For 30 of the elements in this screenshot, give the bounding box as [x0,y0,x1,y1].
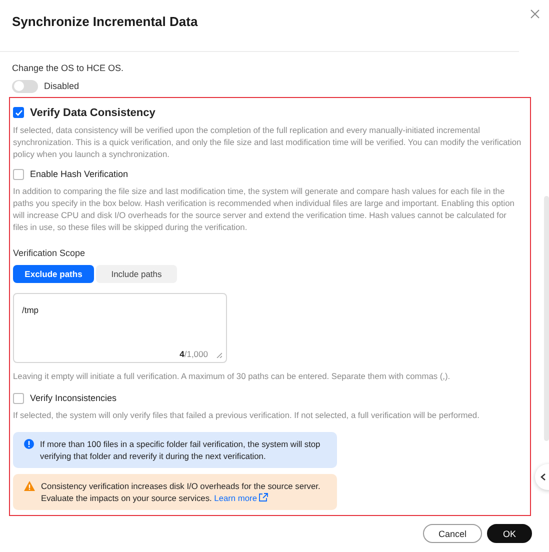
external-link-icon[interactable] [259,492,268,502]
character-counter: 4/1,000 [180,348,208,359]
paths-textarea[interactable]: /tmp 4/1,000 [13,292,227,363]
alert-text: Consistency verification increases disk I/O overheads for the source server. Evaluate the impacts on your source services. Learn more [41,480,322,504]
description: If selected, data consistency will be verified upon the completion of the full replication and every manually-initiated incremental synchronization. This is a quick verification, and only the file size and last modification time will be verified. You can modify the verification policy when you launch a synchronization. [13,124,522,160]
resize-handle-icon[interactable] [216,352,222,358]
description: In addition to comparing the file size and last modification time, the system will generate and compare hash values for each file in the paths you specify in the box below. Hash verification is recommended when individual files are large and important. Enabling this option will increase CPU and disk I/O overheads for the source server and extend the verification time. Hash values cannot be calculated for files in use, so these files will be skipped during the verification. [13,184,516,233]
cancel-button[interactable]: Cancel [423,524,482,544]
info-icon [24,438,34,449]
checkbox[interactable] [13,392,24,404]
checkbox-label: Enable Hash Verification [30,169,128,180]
alert-text: If more than 100 files in a specific folder fail verification, the system will stop verifying that folder and reverify it during the next verification. [40,438,322,462]
checkbox[interactable] [13,168,24,180]
field-label: Verification Scope [13,246,86,259]
chevron-left-icon [540,473,546,481]
ok-button[interactable]: OK [487,524,532,544]
warning-icon [24,480,35,491]
field-label: Change the OS to HCE OS. [12,62,125,74]
toggle-switch[interactable] [12,80,38,93]
scope-tab[interactable]: Include paths [96,264,177,283]
textarea-value: /tmp [22,304,39,315]
checkbox[interactable] [13,107,24,118]
checkbox-label: Verify Inconsistencies [30,393,117,404]
description: If selected, the system will only verify files that failed a previous verification. If not selected, a full verification will be performed. [13,408,480,421]
toggle-label: Disabled [44,81,80,92]
learn-more-link[interactable]: Learn more [214,492,257,503]
scope-tab[interactable]: Exclude paths [13,264,94,283]
dialog-title: Synchronize Incremental Data [12,14,198,29]
checkbox-label: Verify Data Consistency [30,106,156,119]
hint-text: Leaving it empty will initiate a full verification. A maximum of 30 paths can be entered. Separate them with commas (,). [13,370,452,382]
